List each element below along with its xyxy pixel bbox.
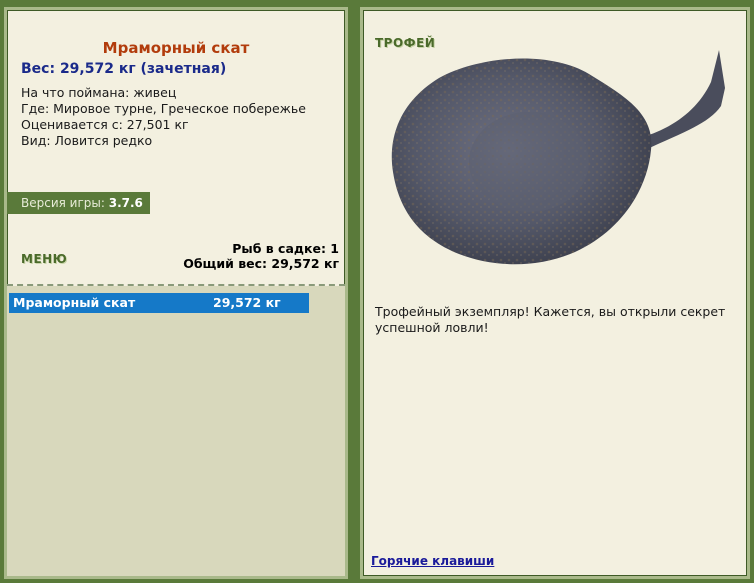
bait-info: На что поймана: живец (21, 85, 177, 100)
trophy-message: Трофейный экземпляр! Кажется, вы открыли… (375, 304, 726, 335)
hotkeys-link[interactable]: Горячие клавиши (371, 554, 494, 568)
menu-button[interactable]: МЕНЮ (21, 252, 67, 266)
version-value: 3.7.6 (108, 196, 143, 210)
version-badge: Версия игры: 3.7.6 (7, 192, 150, 214)
list-item-weight: 29,572 кг (213, 295, 281, 310)
trophy-panel: ТРОФЕЙ Трофейный экземпляр! Кажется, вы … (360, 7, 750, 579)
valued-info: Оценивается с: 27,501 кг (21, 117, 189, 132)
keepnet-summary: Рыб в садке: 1 Общий вес: 29,572 кг (183, 241, 339, 271)
rarity-info: Вид: Ловится редко (21, 133, 153, 148)
stingray-image (391, 50, 725, 265)
location-info: Где: Мировое турне, Греческое побережье (21, 101, 306, 116)
list-item-name: Мраморный скат (13, 295, 136, 310)
version-label: Версия игры: (21, 196, 105, 210)
fish-weight: Вес: 29,572 кг (зачетная) (21, 61, 227, 77)
keepnet-list: Мраморный скат 29,572 кг (7, 286, 345, 576)
trophy-label: ТРОФЕЙ (375, 36, 436, 50)
list-item[interactable]: Мраморный скат 29,572 кг (9, 293, 309, 313)
keepnet-count: Рыб в садке: 1 (232, 241, 339, 256)
fish-info-panel: Мраморный скат Вес: 29,572 кг (зачетная)… (4, 7, 348, 579)
fish-name-title: Мраморный скат (102, 39, 250, 57)
keepnet-total: Общий вес: 29,572 кг (183, 256, 339, 271)
